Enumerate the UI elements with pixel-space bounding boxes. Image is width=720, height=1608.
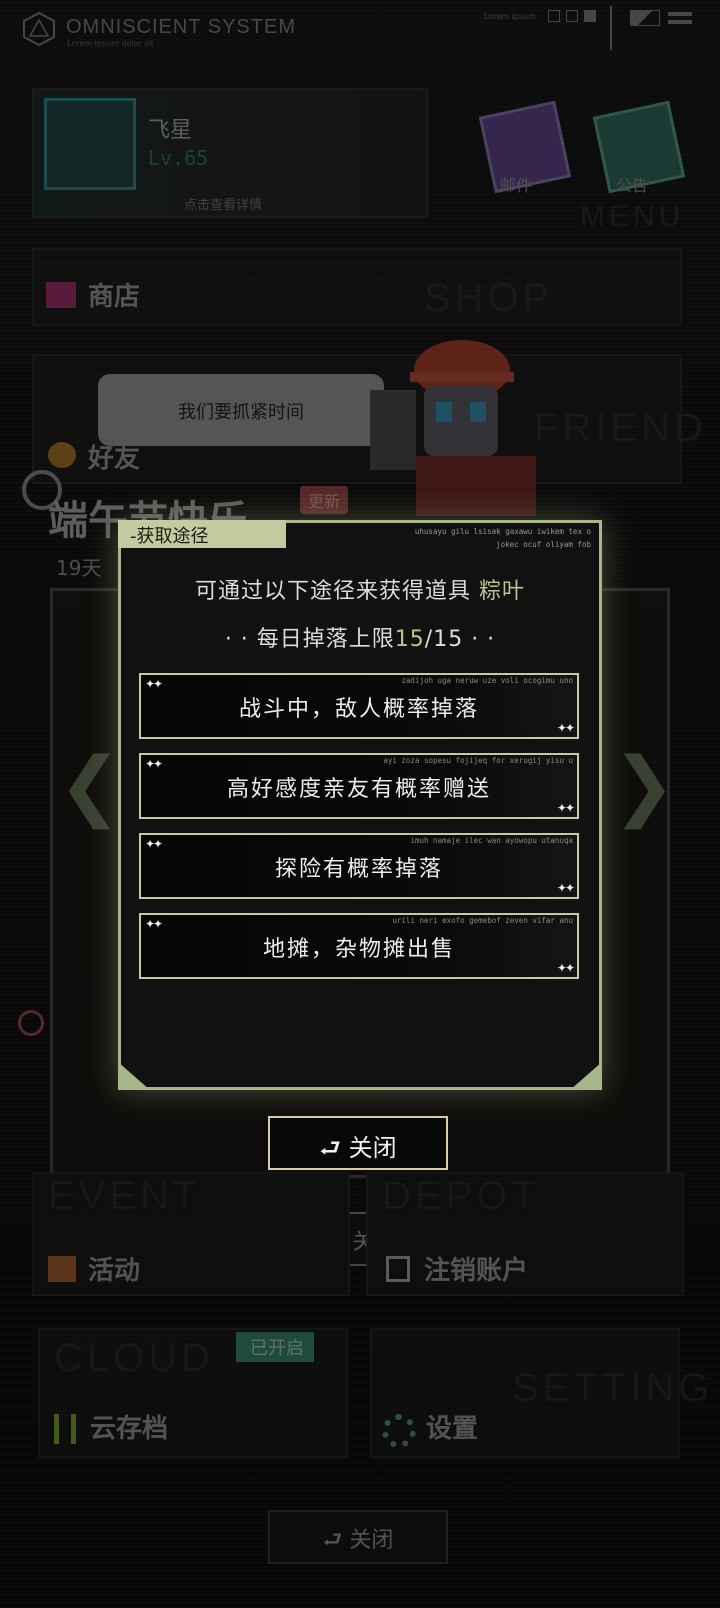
window-icon (566, 10, 578, 22)
activity-icon (48, 1256, 76, 1282)
activity-ghost-text: EVENT (48, 1174, 202, 1218)
source-label: 战斗中，敌人概率掉落 (238, 697, 479, 722)
prev-arrow-icon[interactable]: ❮ (58, 740, 122, 829)
system-logo-icon (23, 12, 55, 46)
logout-ghost-text: DEPOT (382, 1174, 540, 1218)
logout-icon (386, 1256, 410, 1282)
exit-icon: ⮐ (319, 1134, 341, 1162)
menu-ghost-text: MENU (580, 200, 685, 233)
sparkle-icon: ✦✦ (145, 917, 163, 931)
window-icon (548, 10, 560, 22)
shop-icon (46, 282, 76, 308)
event-days: 19天 (56, 556, 102, 580)
cloud-badge: 已开启 (236, 1332, 314, 1362)
dialog-tab: -获取途径 (118, 520, 286, 548)
menu-icon (668, 12, 692, 16)
cloud-icon (54, 1414, 76, 1444)
system-subtitle: Lorem ipsum dolor sit (67, 39, 154, 48)
signal-icon (630, 10, 660, 26)
source-code-text: ayi zoza sopesu fojijeq for xerugij yisu… (383, 756, 573, 765)
avatar (44, 98, 136, 190)
source-code-text: urili neri exofo gemebof zeven vifar anu (392, 916, 573, 925)
shop-section[interactable]: 商店 SHOP (32, 248, 682, 326)
dialog-close-button[interactable]: ⮐ 关闭 (268, 1116, 448, 1170)
robot-mascot-icon (370, 340, 536, 516)
source-button-street-stall[interactable]: ✦✦ urili neri exofo gemebof zeven vifar … (139, 913, 579, 979)
notice-label: 公告 (616, 176, 649, 195)
dialog-description-text: 可通过以下途径来获得道具 (194, 579, 479, 604)
profile-detail-link[interactable]: 点击查看详情 (184, 194, 262, 213)
setting-ghost-text: SETTING (512, 1366, 714, 1410)
item-name: 粽叶 (478, 579, 525, 604)
player-name: 飞星 (148, 118, 193, 143)
friend-icon (48, 442, 76, 468)
dialog-tab-label: -获取途径 (130, 526, 209, 547)
corner-decoration (118, 1062, 150, 1090)
sparkle-icon: ✦✦ (556, 961, 575, 975)
speech-text: 我们要抓紧时间 (178, 402, 304, 423)
source-label: 高好感度亲友有概率赠送 (226, 777, 491, 802)
profile-card[interactable]: 飞星 Lv.65 点击查看详情 (32, 88, 428, 218)
sparkle-icon: ✦✦ (556, 881, 575, 895)
daily-limit-max: /15 (424, 627, 464, 652)
source-button-battle[interactable]: ✦✦ zadijoh uga neruw uze voli ocogimu un… (139, 673, 579, 739)
source-button-explore[interactable]: ✦✦ imuh namaje ilec wan ayowopu utanuqa … (139, 833, 579, 899)
shop-label: 商店 (88, 282, 141, 312)
source-button-friend-gift[interactable]: ✦✦ ayi zoza sopesu fojijeq for xerugij y… (139, 753, 579, 819)
source-code-text: zadijoh uga neruw uze voli ocogimu uno (401, 676, 573, 685)
logout-label: 注销账户 (424, 1256, 529, 1286)
next-arrow-icon[interactable]: ❯ (612, 740, 676, 829)
logout-section[interactable]: DEPOT 注销账户 (366, 1172, 684, 1296)
setting-section[interactable]: SETTING 设置 (370, 1328, 709, 1458)
setting-label: 设置 (426, 1414, 479, 1444)
sparkle-icon: ✦✦ (556, 721, 575, 735)
player-level: Lv.65 (148, 146, 209, 170)
shop-ghost-text: SHOP (424, 276, 554, 320)
activity-label: 活动 (88, 1256, 141, 1286)
daily-limit: · · 每日掉落上限15/15 · · (121, 621, 599, 653)
daily-limit-current: 15 (394, 627, 425, 652)
divider (610, 6, 612, 50)
gear-icon (382, 1414, 416, 1448)
system-title: OMNISCIENT SYSTEM (66, 16, 296, 38)
dialog-close-label: 关闭 (348, 1134, 397, 1162)
clock-icon (18, 1010, 44, 1036)
mail-label: 邮件 (500, 176, 533, 195)
daily-limit-label: · · 每日掉落上限 (224, 627, 395, 652)
sparkle-icon: ✦✦ (556, 801, 575, 815)
activity-section[interactable]: EVENT 活动 (32, 1172, 350, 1296)
sparkle-icon: ✦✦ (145, 677, 163, 691)
window-icon (584, 10, 596, 22)
sparkle-icon: ✦✦ (145, 837, 163, 851)
menu-icon (668, 20, 692, 24)
source-code-text: imuh namaje ilec wan ayowopu utanuqa (410, 836, 573, 845)
corner-decoration (570, 1062, 602, 1090)
dialog-code-text: uhusayu gilu lsisak gaxawu iwikem tex o … (414, 527, 591, 549)
source-label: 地摊，杂物摊出售 (262, 937, 455, 962)
bottom-close-label: 关闭 (349, 1528, 394, 1553)
daily-limit-suffix: · · (463, 627, 496, 652)
cloud-ghost-text: CLOUD (54, 1336, 215, 1380)
dialog-description: 可通过以下途径来获得道具 粽叶 (121, 573, 599, 605)
event-tag: 更新 (300, 486, 349, 514)
speech-bubble: 我们要抓紧时间 (98, 374, 384, 446)
system-small-label: Lorem ipsum (484, 12, 536, 21)
source-label: 探险有概率掉落 (274, 857, 443, 882)
cloud-label: 云存档 (90, 1414, 169, 1444)
sparkle-icon: ✦✦ (145, 757, 163, 771)
bottom-close-button: ⮐ 关闭 (268, 1510, 448, 1564)
acquire-route-dialog: -获取途径 uhusayu gilu lsisak gaxawu iwikem … (118, 520, 602, 1090)
